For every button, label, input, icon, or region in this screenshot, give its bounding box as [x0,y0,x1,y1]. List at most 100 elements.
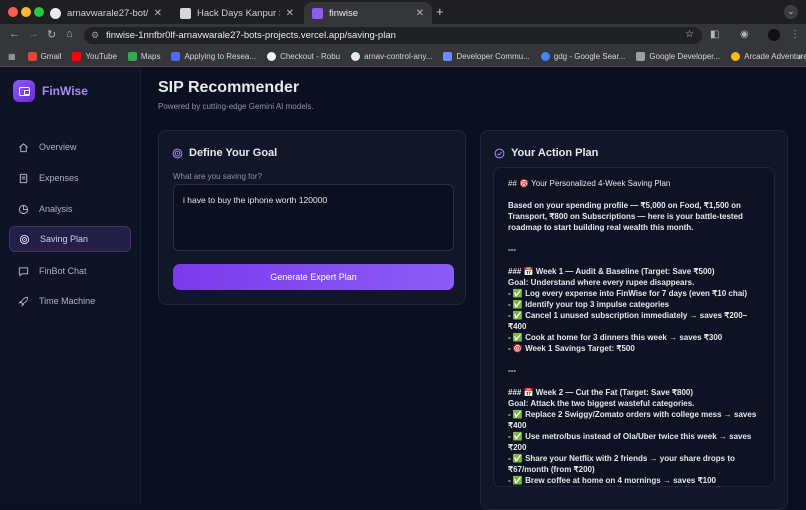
target-icon [19,234,30,244]
pie-chart-icon [18,204,29,214]
plan-line: - ✅ Cancel 1 unused subscription immedia… [508,311,748,331]
sidebar-item-finbot-chat[interactable]: FinBot Chat [9,258,131,284]
bookmark-developer-community[interactable]: Developer Commu... [443,51,530,61]
browser-toolbar: ← → ↻ ⌂ ⚙ finwise-1nnfbr0lf-arnavwarale2… [0,24,806,46]
bookmark-applying[interactable]: Applying to Resea... [171,51,256,61]
finwise-app: FinWise Overview Expenses Analysis Savin… [0,67,806,510]
more-bookmarks-icon[interactable]: » [798,52,802,61]
bookmark-robu[interactable]: Checkout - Robu [267,51,340,61]
plan-line: - ✅ Log every expense into FinWise for 7… [508,289,748,298]
bookmark-star-icon[interactable]: ☆ [685,29,694,40]
plan-spacer [508,376,760,387]
sidebar-item-expenses[interactable]: Expenses [9,165,131,191]
plan-spacer [508,354,760,365]
apps-grid-icon[interactable]: ▦ [8,52,16,61]
action-plan-content: ## 🎯 Your Personalized 4-Week Saving Pla… [493,167,775,487]
browser-tab-github[interactable]: arnavwarale27-bot/finwise: E ✕ [42,2,170,24]
plan-line: Goal: Attack the two biggest wasteful ca… [508,399,695,408]
plan-line: - 🎯 Week 2 Savings Target: ₹800 [508,486,760,487]
wallet-logo-icon [13,80,35,102]
plan-line: ### 📅 Week 1 — Audit & Baseline (Target:… [508,267,715,276]
browser-tab-finwise[interactable]: finwise ✕ [304,2,432,24]
bookmark-arcade[interactable]: Arcade Adventure:... [731,51,806,61]
sidebar-item-time-machine[interactable]: Time Machine [9,288,131,314]
plan-spacer [508,189,760,200]
bookmarks-bar: ▦ Gmail YouTube Maps Applying to Resea..… [0,46,806,67]
browser-tab-hackdays[interactable]: Hack Days Kanpur Summary ✕ [172,2,302,24]
action-plan-card: Your Action Plan ## 🎯 Your Personalized … [480,130,788,510]
forward-icon[interactable]: → [28,28,39,40]
plan-line: - ✅ Cook at home for 3 dinners this week… [508,333,723,342]
sidebar-item-label: Time Machine [39,296,96,306]
incognito-icon[interactable]: ◉ [740,29,749,40]
plan-line: - 🎯 Week 1 Savings Target: ₹500 [508,344,635,353]
plan-line: ## 🎯 Your Personalized 4-Week Saving Pla… [508,179,671,188]
sidebar-item-analysis[interactable]: Analysis [9,196,131,222]
bookmark-arnav-control[interactable]: arnav-control-any... [351,51,432,61]
goal-field-label: What are you saving for? [173,172,262,181]
sidebar-item-label: Analysis [39,204,73,214]
maps-icon [127,51,137,61]
close-tab-icon[interactable]: ✕ [416,8,424,19]
close-window-icon[interactable] [8,7,18,17]
generate-expert-plan-button[interactable]: Generate Expert Plan [173,264,454,290]
home-browser-icon[interactable]: ⌂ [66,28,73,40]
home-icon [19,142,28,152]
github-icon [50,7,61,19]
plan-spacer [508,255,760,266]
page-subtitle: Powered by cutting-edge Gemini AI models… [158,102,314,111]
close-tab-icon[interactable]: ✕ [286,8,294,19]
finwise-favicon-icon [312,7,323,19]
sidebar-item-label: Overview [39,142,77,152]
plan-line: - ✅ Share your Netflix with 2 friends → … [508,454,738,474]
plan-line: - ✅ Use metro/bus instead of Ola/Uber tw… [508,432,754,452]
define-goal-card: Define Your Goal What are you saving for… [158,130,466,305]
profile-avatar[interactable] [768,29,780,41]
receipt-icon [19,173,28,183]
plan-line: Based on your spending profile — ₹5,000 … [508,201,746,232]
sidebar-item-label: Expenses [39,173,79,183]
card-title: Define Your Goal [172,147,277,159]
bookmark-youtube[interactable]: YouTube [72,51,117,61]
card-title: Your Action Plan [494,147,598,159]
bookmark-maps[interactable]: Maps [127,51,160,61]
chat-icon [18,266,29,277]
code-icon [636,51,646,61]
bookmark-google-developer[interactable]: Google Developer... [636,51,720,61]
new-tab-icon[interactable]: + [436,4,444,19]
plan-line: - ✅ Replace 2 Swiggy/Zomato orders with … [508,410,759,430]
goal-input[interactable]: i have to buy the iphone worth 120000 [173,184,454,251]
reload-icon[interactable]: ↻ [47,28,56,41]
brand-name: FinWise [42,84,88,98]
bookmark-gdg-search[interactable]: gdg - Google Sear... [540,51,625,61]
bookmark-gmail[interactable]: Gmail [27,51,61,61]
close-tab-icon[interactable]: ✕ [154,8,162,19]
rocket-icon [18,296,29,307]
browser-menu-icon[interactable]: ⋮ [790,29,800,40]
plan-line: ### 📅 Week 2 — Cut the Fat (Target: Save… [508,388,694,397]
tab-search-icon[interactable]: ⌄ [784,5,798,19]
bookmark-site-icon [731,51,741,61]
plan-line: Goal: Understand where every rupee disap… [508,278,695,287]
minimize-window-icon[interactable] [21,7,31,17]
plan-spacer [508,233,760,244]
address-bar[interactable]: ⚙ finwise-1nnfbr0lf-arnavwarale27-bots-p… [84,27,702,44]
site-info-icon[interactable]: ⚙ [91,30,99,41]
page-title: SIP Recommender [158,79,300,96]
plan-line: --- [508,245,516,254]
extensions-icon[interactable]: ◧ [710,29,719,40]
plan-line: --- [508,366,516,375]
plan-line: - ✅ Identify your top 3 impulse categori… [508,300,670,309]
target-icon [172,148,183,158]
bookmark-site-icon [443,51,453,61]
browser-tab-strip: arnavwarale27-bot/finwise: E ✕ Hack Days… [0,0,806,24]
gmail-icon [27,51,37,61]
sidebar-item-overview[interactable]: Overview [9,134,131,160]
sidebar-item-label: Saving Plan [40,234,89,244]
github-icon [351,51,361,61]
google-icon [540,51,550,61]
sidebar-item-saving-plan[interactable]: Saving Plan [9,226,131,252]
back-icon[interactable]: ← [9,28,20,40]
page-icon [180,7,191,19]
bookmark-site-icon [171,51,181,61]
